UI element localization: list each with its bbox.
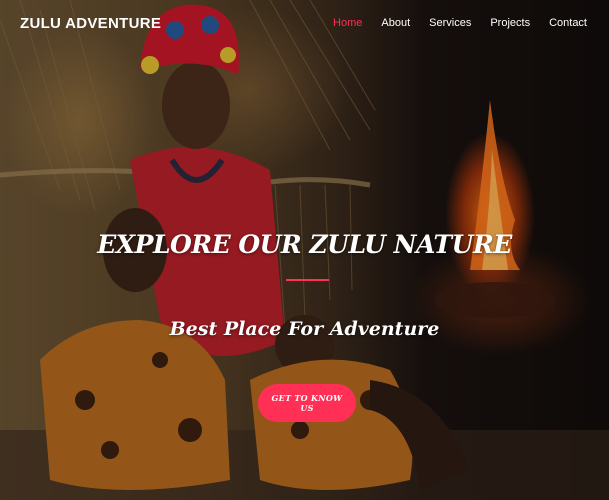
nav-about[interactable]: About [381, 17, 410, 29]
nav-links: Home About Services Projects Contact [314, 17, 587, 29]
nav-contact[interactable]: Contact [549, 17, 587, 29]
nav-home[interactable]: Home [333, 17, 362, 29]
get-to-know-us-button[interactable]: GET TO KNOW US [258, 384, 356, 422]
hero-title: EXPLORE OUR ZULU NATURE [97, 230, 512, 259]
navbar: ZULU ADVENTURE Home About Services Proje… [0, 0, 609, 48]
hero-divider [286, 279, 329, 281]
hero-subtitle: Best Place For Adventure [169, 318, 440, 340]
hero-section: ZULU ADVENTURE Home About Services Proje… [0, 0, 609, 500]
brand-logo[interactable]: ZULU ADVENTURE [20, 15, 161, 32]
nav-projects[interactable]: Projects [490, 17, 530, 29]
nav-services[interactable]: Services [429, 17, 471, 29]
